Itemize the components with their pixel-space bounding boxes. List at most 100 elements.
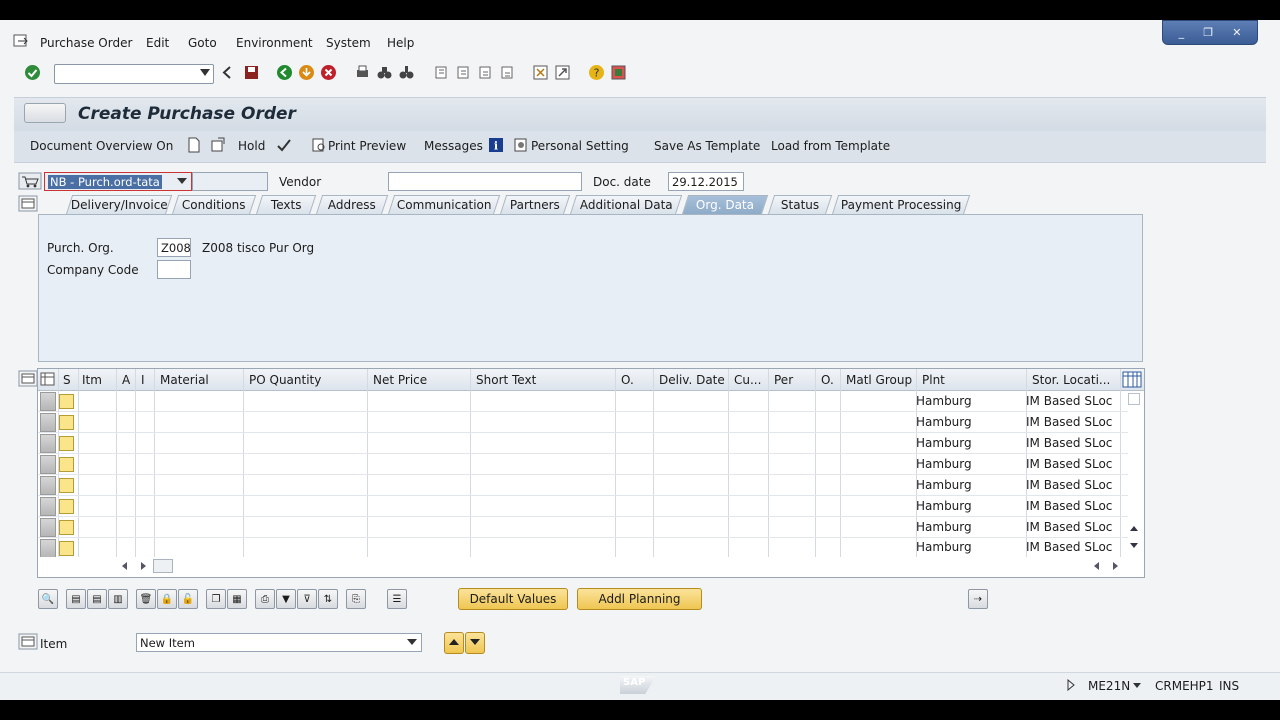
print-preview-button[interactable]: Print Preview	[328, 139, 406, 153]
column-header-material-group[interactable]: Matl Group	[846, 373, 912, 387]
table-row[interactable]: Hamburg IM Based SLoc	[38, 496, 1128, 517]
storage-location-cell[interactable]: IM Based SLoc	[1026, 520, 1112, 534]
vendor-input[interactable]	[388, 172, 582, 191]
column-header-item[interactable]: Itm	[82, 373, 102, 387]
transaction-menu-icon[interactable]	[24, 103, 66, 123]
tab-payment-processing[interactable]: Payment Processing	[832, 195, 971, 214]
addl-planning-button[interactable]: Addl Planning	[577, 588, 702, 610]
tab-communication[interactable]: Communication	[388, 195, 501, 214]
collapse-header-icon[interactable]	[18, 195, 38, 212]
table-row[interactable]: Hamburg IM Based SLoc	[38, 391, 1128, 412]
customize-layout-icon[interactable]	[610, 64, 627, 81]
column-settings-icon[interactable]	[1122, 371, 1142, 388]
back-green-icon[interactable]	[276, 64, 293, 81]
tab-conditions[interactable]: Conditions	[172, 195, 257, 214]
table-row[interactable]: Hamburg IM Based SLoc	[38, 475, 1128, 496]
previous-page-icon[interactable]	[455, 64, 472, 81]
last-page-icon[interactable]	[499, 64, 516, 81]
info-icon[interactable]: i	[488, 137, 504, 153]
minimize-icon[interactable]: _	[1179, 26, 1185, 39]
table-row[interactable]: Hamburg IM Based SLoc	[38, 454, 1128, 475]
doc-date-input[interactable]: 29.12.2015	[668, 172, 744, 191]
chevron-down-icon[interactable]	[407, 639, 417, 645]
copy-icon[interactable]: ❐	[206, 589, 226, 609]
scroll-down-icon[interactable]	[1128, 541, 1140, 551]
scroll-left-icon[interactable]	[1092, 561, 1102, 571]
column-header-delivery-date[interactable]: Deliv. Date	[659, 373, 725, 387]
lock-icon[interactable]: 🔒	[157, 589, 177, 609]
tab-org-data[interactable]: Org. Data	[682, 195, 769, 214]
row-selector[interactable]	[40, 434, 56, 453]
menu-environment[interactable]: Environment	[236, 36, 313, 50]
create-session-icon[interactable]	[532, 64, 549, 81]
row-selector[interactable]	[40, 413, 56, 432]
company-code-input[interactable]	[157, 260, 191, 279]
scroll-thumb[interactable]	[153, 559, 173, 573]
column-header-material[interactable]: Material	[160, 373, 209, 387]
row-selector[interactable]	[40, 497, 56, 516]
row-selector[interactable]	[40, 392, 56, 411]
column-header-status[interactable]: S	[63, 373, 71, 387]
insert-item-icon[interactable]: ▥	[108, 589, 128, 609]
print-icon[interactable]	[354, 64, 371, 81]
table-row[interactable]: Hamburg IM Based SLoc	[38, 433, 1128, 454]
column-header-per[interactable]: Per	[774, 373, 793, 387]
paste-item-icon[interactable]: ▤	[87, 589, 107, 609]
status-expand-icon[interactable]	[1066, 679, 1076, 691]
menu-system-icon[interactable]	[13, 34, 29, 48]
load-from-template-button[interactable]: Load from Template	[771, 139, 890, 153]
scroll-up-icon[interactable]	[1128, 523, 1140, 533]
chevron-down-icon[interactable]	[177, 178, 187, 184]
menu-system[interactable]: System	[326, 36, 371, 50]
scroll-right-icon[interactable]	[138, 561, 148, 571]
tab-texts[interactable]: Texts	[256, 195, 317, 214]
tab-delivery-invoice[interactable]: Delivery/Invoice	[66, 195, 173, 214]
tab-partners[interactable]: Partners	[500, 195, 571, 214]
next-page-icon[interactable]	[477, 64, 494, 81]
document-overview-button[interactable]: Document Overview On	[30, 139, 173, 153]
menu-help[interactable]: Help	[387, 36, 414, 50]
plant-cell[interactable]: Hamburg	[916, 478, 972, 492]
enter-check-icon[interactable]	[24, 64, 41, 81]
hold-button[interactable]: Hold	[238, 139, 265, 153]
plant-cell[interactable]: Hamburg	[916, 394, 972, 408]
column-header-storage-location[interactable]: Stor. Locati...	[1032, 373, 1110, 387]
storage-location-cell[interactable]: IM Based SLoc	[1026, 394, 1112, 408]
copy-item-icon[interactable]: ▤	[66, 589, 86, 609]
storage-location-cell[interactable]: IM Based SLoc	[1026, 499, 1112, 513]
column-header-currency[interactable]: Cu...	[734, 373, 761, 387]
restore-icon[interactable]: ❐	[1203, 26, 1213, 39]
plant-cell[interactable]: Hamburg	[916, 436, 972, 450]
tab-address[interactable]: Address	[316, 195, 389, 214]
column-header-plant[interactable]: Plnt	[922, 373, 945, 387]
plant-cell[interactable]: Hamburg	[916, 415, 972, 429]
menu-edit[interactable]: Edit	[146, 36, 169, 50]
table-row[interactable]: Hamburg IM Based SLoc	[38, 412, 1128, 433]
menu-purchase-order[interactable]: Purchase Order	[40, 36, 132, 50]
shortcut-icon[interactable]	[554, 64, 571, 81]
shopping-cart-icon[interactable]	[18, 172, 42, 190]
check-icon[interactable]	[276, 137, 292, 153]
purch-org-input[interactable]: Z008	[157, 238, 191, 257]
default-values-button[interactable]: Default Values	[458, 588, 568, 610]
column-header-short-text[interactable]: Short Text	[476, 373, 536, 387]
column-header-order-price-unit[interactable]: O.	[821, 373, 834, 387]
document-type-select[interactable]: NB - Purch.ord-tata	[44, 172, 192, 191]
plant-cell[interactable]: Hamburg	[916, 520, 972, 534]
vertical-scroll-box[interactable]	[1128, 393, 1140, 405]
sort-icon[interactable]: ⇅	[318, 589, 338, 609]
row-selector[interactable]	[40, 539, 56, 558]
select-all-icon[interactable]	[40, 372, 56, 387]
personal-setting-icon[interactable]	[513, 137, 529, 153]
filter-icon[interactable]: ▼	[276, 589, 296, 609]
item-detail-icon[interactable]: ⇢	[968, 589, 988, 609]
save-icon[interactable]	[243, 64, 260, 81]
item-select[interactable]: New Item	[136, 633, 422, 652]
help-icon[interactable]: ?	[588, 64, 605, 81]
row-selector[interactable]	[40, 476, 56, 495]
find-next-icon[interactable]	[398, 64, 415, 81]
tab-additional-data[interactable]: Additional Data	[570, 195, 683, 214]
personal-setting-button[interactable]: Personal Setting	[531, 139, 629, 153]
column-header-item-category[interactable]: I	[141, 373, 145, 387]
scroll-right-icon[interactable]	[1110, 561, 1120, 571]
